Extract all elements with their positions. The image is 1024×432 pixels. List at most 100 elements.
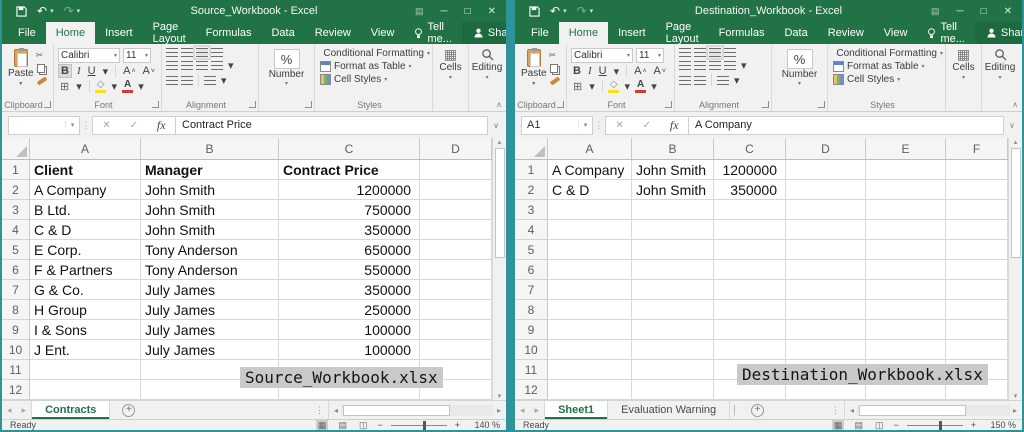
font-dialog-launcher-icon[interactable] bbox=[152, 101, 159, 108]
cell-D3[interactable] bbox=[420, 200, 492, 220]
cell-A11[interactable] bbox=[30, 360, 141, 380]
number-dropdown-icon[interactable]: ▾ bbox=[798, 80, 801, 87]
cell-C8[interactable]: 250000 bbox=[279, 300, 420, 320]
row-header-6[interactable]: 6 bbox=[515, 260, 548, 280]
format-painter-icon[interactable] bbox=[36, 76, 46, 85]
number-dropdown-icon[interactable]: ▾ bbox=[285, 80, 288, 87]
scroll-down-icon[interactable]: ▾ bbox=[498, 392, 502, 400]
maximize-button[interactable]: □ bbox=[465, 6, 471, 17]
next-sheet-icon[interactable]: ▸ bbox=[530, 401, 545, 419]
cell-styles-button[interactable]: Cell Styles ▾ bbox=[833, 74, 943, 85]
paste-button[interactable]: Paste ▾ bbox=[4, 47, 36, 99]
row-header-3[interactable]: 3 bbox=[2, 200, 30, 220]
cell-A3[interactable]: B Ltd. bbox=[30, 200, 141, 220]
scroll-up-icon[interactable]: ▴ bbox=[498, 138, 502, 146]
vertical-scrollbar[interactable]: ▴ ▾ bbox=[1008, 138, 1022, 400]
formula-bar-grip[interactable]: ⋮ bbox=[80, 120, 92, 131]
zoom-in-icon[interactable]: + bbox=[455, 420, 460, 430]
cell-A1[interactable]: A Company bbox=[548, 160, 632, 180]
tab-view[interactable]: View bbox=[874, 22, 918, 44]
cell-C10[interactable] bbox=[714, 340, 786, 360]
cell-A7[interactable]: G & Co. bbox=[30, 280, 141, 300]
vertical-scroll-thumb[interactable] bbox=[1011, 148, 1021, 258]
cell-F5[interactable] bbox=[946, 240, 1008, 260]
cell-B1[interactable]: Manager bbox=[141, 160, 279, 180]
cell-C6[interactable] bbox=[714, 260, 786, 280]
scroll-up-icon[interactable]: ▴ bbox=[1014, 138, 1018, 146]
sheetbar-grip[interactable]: ⋮ bbox=[827, 401, 844, 419]
cell-C2[interactable]: 350000 bbox=[714, 180, 786, 200]
orientation-icon[interactable] bbox=[204, 76, 216, 85]
zoom-level[interactable]: 150 % bbox=[984, 420, 1016, 430]
cell-D4[interactable] bbox=[786, 220, 866, 240]
decrease-font-icon[interactable]: A bbox=[652, 64, 668, 78]
cell-F3[interactable] bbox=[946, 200, 1008, 220]
name-box-dropdown-icon[interactable]: ▾ bbox=[65, 121, 79, 129]
row-header-5[interactable]: 5 bbox=[515, 240, 548, 260]
cell-B9[interactable]: July James bbox=[141, 320, 279, 340]
cell-F9[interactable] bbox=[946, 320, 1008, 340]
cell-A2[interactable]: C & D bbox=[548, 180, 632, 200]
name-box[interactable]: A1 ▾ bbox=[521, 116, 593, 135]
cell-C1[interactable]: Contract Price bbox=[279, 160, 420, 180]
cell-B12[interactable] bbox=[632, 380, 714, 400]
cell-C7[interactable] bbox=[714, 280, 786, 300]
row-header-3[interactable]: 3 bbox=[515, 200, 548, 220]
cell-B1[interactable]: John Smith bbox=[632, 160, 714, 180]
vertical-scrollbar[interactable]: ▴ ▾ bbox=[492, 138, 506, 400]
align-middle-icon[interactable] bbox=[181, 48, 193, 57]
cell-A9[interactable] bbox=[548, 320, 632, 340]
font-color-icon[interactable]: A bbox=[635, 79, 646, 93]
new-sheet-button[interactable]: + bbox=[751, 404, 764, 417]
cell-C10[interactable]: 100000 bbox=[279, 340, 420, 360]
cell-C3[interactable]: 750000 bbox=[279, 200, 420, 220]
borders-icon[interactable]: ⊞ bbox=[58, 79, 71, 93]
row-header-12[interactable]: 12 bbox=[2, 380, 30, 400]
cell-C3[interactable] bbox=[714, 200, 786, 220]
normal-view-icon[interactable]: ▦ bbox=[832, 420, 845, 430]
cell-B7[interactable]: July James bbox=[141, 280, 279, 300]
zoom-out-icon[interactable]: − bbox=[893, 420, 898, 430]
customize-qat-icon[interactable]: ▾ bbox=[590, 7, 594, 15]
borders-dropdown-icon[interactable]: ▾ bbox=[587, 79, 597, 93]
column-header-B[interactable]: B bbox=[632, 138, 714, 159]
decrease-font-icon[interactable]: A bbox=[141, 64, 157, 78]
row-header-1[interactable]: 1 bbox=[515, 160, 548, 180]
expand-formula-bar-icon[interactable]: ∨ bbox=[488, 121, 504, 130]
scroll-right-icon[interactable]: ▸ bbox=[1010, 406, 1020, 415]
expand-formula-bar-icon[interactable]: ∨ bbox=[1004, 121, 1020, 130]
cell-D6[interactable] bbox=[420, 260, 492, 280]
cut-icon[interactable]: ✂ bbox=[36, 50, 47, 61]
scroll-left-icon[interactable]: ◂ bbox=[847, 406, 857, 415]
merge-center-icon[interactable] bbox=[724, 61, 736, 70]
cell-styles-button[interactable]: Cell Styles ▾ bbox=[320, 74, 430, 85]
fill-dropdown-icon[interactable]: ▾ bbox=[109, 79, 119, 93]
cell-E4[interactable] bbox=[866, 220, 946, 240]
format-as-table-button[interactable]: Format as Table ▾ bbox=[320, 61, 430, 72]
align-center-icon[interactable] bbox=[694, 61, 706, 70]
tell-me-box[interactable]: Tell me... bbox=[404, 22, 461, 44]
cancel-icon[interactable]: ✕ bbox=[615, 120, 623, 131]
increase-font-icon[interactable]: A bbox=[121, 64, 137, 78]
number-dialog-launcher-icon[interactable] bbox=[305, 101, 312, 108]
cell-A11[interactable] bbox=[548, 360, 632, 380]
underline-button[interactable]: U bbox=[597, 64, 609, 78]
insert-function-icon[interactable]: fx bbox=[157, 118, 166, 133]
italic-button[interactable]: I bbox=[586, 64, 594, 78]
tab-data[interactable]: Data bbox=[261, 22, 304, 44]
redo-button[interactable]: ↷ bbox=[64, 4, 74, 18]
fill-dropdown-icon[interactable]: ▾ bbox=[622, 79, 632, 93]
align-top-icon[interactable] bbox=[166, 48, 178, 57]
tab-file[interactable]: File bbox=[521, 22, 559, 44]
font-color-icon[interactable]: A bbox=[122, 79, 133, 93]
cell-B11[interactable] bbox=[632, 360, 714, 380]
format-painter-icon[interactable] bbox=[549, 76, 559, 85]
align-right-icon[interactable] bbox=[709, 61, 721, 70]
cell-E6[interactable] bbox=[866, 260, 946, 280]
conditional-formatting-button[interactable]: Conditional Formatting ▾ bbox=[320, 48, 430, 59]
page-layout-view-icon[interactable]: ▤ bbox=[852, 420, 865, 430]
cell-D1[interactable] bbox=[420, 160, 492, 180]
row-header-11[interactable]: 11 bbox=[2, 360, 30, 380]
cell-C1[interactable]: 1200000 bbox=[714, 160, 786, 180]
cell-C8[interactable] bbox=[714, 300, 786, 320]
